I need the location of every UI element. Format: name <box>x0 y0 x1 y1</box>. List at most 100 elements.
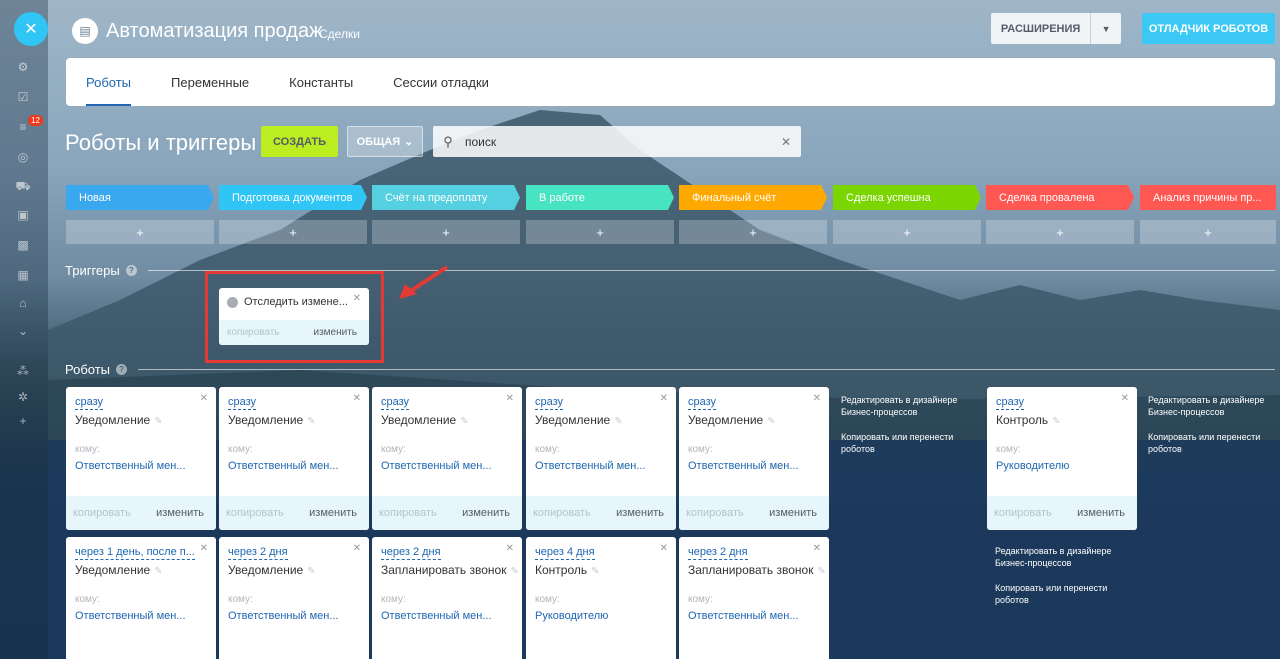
edit-link[interactable]: изменить <box>313 327 357 338</box>
recipient-value[interactable]: Ответственный мен... <box>75 460 186 472</box>
close-icon[interactable]: ✕ <box>813 543 821 554</box>
recipient-value[interactable]: Ответственный мен... <box>75 610 186 622</box>
chevron-down-icon[interactable]: ▼ <box>1090 13 1121 44</box>
close-icon[interactable]: ✕ <box>200 543 208 554</box>
edit-link[interactable]: изменить <box>309 507 357 519</box>
copy-link[interactable]: копировать <box>686 507 744 519</box>
edit-link[interactable]: изменить <box>1077 507 1125 519</box>
search-input[interactable] <box>463 133 771 150</box>
robot-card[interactable]: через 2 дня ✕ Запланировать звонок ✎ кому: От… <box>372 537 522 662</box>
close-icon[interactable]: ✕ <box>506 543 514 554</box>
edit-in-designer-link[interactable]: Редактировать в дизайнере Бизнес-процесс… <box>1148 394 1273 418</box>
close-icon[interactable]: ✕ <box>353 393 361 404</box>
recipient-value[interactable]: Ответственный мен... <box>228 610 339 622</box>
pencil-icon[interactable]: ✎ <box>154 566 162 577</box>
stage-column-header[interactable]: Новая <box>66 185 214 210</box>
edit-in-designer-link[interactable]: Редактировать в дизайнере Бизнес-процесс… <box>841 394 966 418</box>
recipient-value[interactable]: Руководителю <box>996 460 1069 472</box>
add-trigger-button[interactable]: + <box>679 220 827 244</box>
delay-link[interactable]: сразу <box>535 396 564 410</box>
recipient-value[interactable]: Ответственный мен... <box>688 610 799 622</box>
edit-in-designer-link[interactable]: Редактировать в дизайнере Бизнес-процесс… <box>995 545 1120 569</box>
tab-robots[interactable]: Роботы <box>66 58 151 106</box>
delay-link[interactable]: сразу <box>381 396 410 410</box>
delay-link[interactable]: сразу <box>75 396 104 410</box>
recipient-value[interactable]: Ответственный мен... <box>381 610 492 622</box>
add-trigger-button[interactable]: + <box>66 220 214 244</box>
tasks-icon[interactable]: ☑ <box>16 90 30 104</box>
close-icon[interactable]: ✕ <box>200 393 208 404</box>
pencil-icon[interactable]: ✎ <box>614 416 622 427</box>
add-icon[interactable]: + <box>16 414 30 428</box>
create-button[interactable]: СОЗДАТЬ <box>261 126 338 157</box>
robot-card[interactable]: через 2 дня ✕ Уведомление ✎ кому: Ответственн… <box>219 537 369 662</box>
tab-debug-sessions[interactable]: Сессии отладки <box>373 58 509 106</box>
add-trigger-button[interactable]: + <box>833 220 981 244</box>
pencil-icon[interactable]: ✎ <box>817 566 825 577</box>
robot-card[interactable]: сразу ✕ Уведомление ✎ кому: Ответственный мен… <box>219 387 369 530</box>
robot-card[interactable]: сразу ✕ Уведомление ✎ кому: Ответственный мен… <box>679 387 829 530</box>
delay-link[interactable]: через 2 дня <box>381 546 441 560</box>
delay-link[interactable]: через 4 дня <box>535 546 595 560</box>
copy-link[interactable]: копировать <box>379 507 437 519</box>
add-trigger-button[interactable]: + <box>1140 220 1276 244</box>
robot-card[interactable]: через 4 дня✕Контроль✎кому:Руководителюко… <box>526 537 676 662</box>
help-icon[interactable]: ? <box>125 265 137 276</box>
robot-card[interactable]: сразу ✕ Уведомление ✎ кому: Ответственный мен… <box>372 387 522 530</box>
pencil-icon[interactable]: ✎ <box>510 566 518 577</box>
pencil-icon[interactable]: ✎ <box>767 416 775 427</box>
clear-icon[interactable]: ✕ <box>771 135 801 149</box>
robot-card[interactable]: сразу ✕ Уведомление ✎ кому: Ответственный мен… <box>526 387 676 530</box>
copy-link[interactable]: копировать <box>227 327 280 338</box>
pencil-icon[interactable]: ✎ <box>307 566 315 577</box>
copy-move-robots-link[interactable]: Копировать или перенести роботов <box>995 582 1120 606</box>
add-trigger-button[interactable]: + <box>526 220 674 244</box>
add-trigger-button[interactable]: + <box>372 220 520 244</box>
pencil-icon[interactable]: ✎ <box>460 416 468 427</box>
robot-debugger-button[interactable]: ОТЛАДЧИК РОБОТОВ <box>1142 13 1275 44</box>
tab-variables[interactable]: Переменные <box>151 58 269 106</box>
category-dropdown[interactable]: ОБЩАЯ ⌄ <box>347 126 423 157</box>
close-icon[interactable]: ✕ <box>813 393 821 404</box>
robot-card[interactable]: сразу ✕ Уведомление ✎ кому: Ответственный мен… <box>66 387 216 530</box>
copy-link[interactable]: копировать <box>73 507 131 519</box>
copy-move-robots-link[interactable]: Копировать или перенести роботов <box>841 431 966 455</box>
chevron-down-icon[interactable]: ⌄ <box>16 324 30 338</box>
edit-link[interactable]: изменить <box>156 507 204 519</box>
close-icon[interactable]: ✕ <box>506 393 514 404</box>
recipient-value[interactable]: Ответственный мен... <box>688 460 799 472</box>
structure-icon[interactable]: ⁂ <box>16 364 30 378</box>
pencil-icon[interactable]: ✎ <box>154 416 162 427</box>
tab-constants[interactable]: Константы <box>269 58 373 106</box>
close-icon[interactable]: ✕ <box>660 543 668 554</box>
delay-link[interactable]: через 2 дня <box>688 546 748 560</box>
pencil-icon[interactable]: ✎ <box>1052 416 1060 427</box>
stage-column-header[interactable]: Финальный счёт <box>679 185 827 210</box>
settings-icon[interactable]: ✲ <box>16 390 30 404</box>
cart-icon[interactable]: ⛟ <box>15 179 30 194</box>
delay-link[interactable]: через 1 день, после п... <box>75 546 195 560</box>
copy-link[interactable]: копировать <box>226 507 284 519</box>
recipient-value[interactable]: Ответственный мен... <box>535 460 646 472</box>
help-icon[interactable]: ? <box>116 364 128 375</box>
trigger-card[interactable]: Отследить измене... ✕ копировать изменит… <box>219 288 369 345</box>
extensions-button[interactable]: РАСШИРЕНИЯ ▼ <box>991 13 1121 44</box>
edit-link[interactable]: изменить <box>769 507 817 519</box>
copy-link[interactable]: копировать <box>533 507 591 519</box>
delay-link[interactable]: через 2 дня <box>228 546 288 560</box>
recipient-value[interactable]: Руководителю <box>535 610 608 622</box>
target-icon[interactable]: ◎ <box>16 150 30 164</box>
add-trigger-button[interactable]: + <box>986 220 1134 244</box>
copy-move-robots-link[interactable]: Копировать или перенести роботов <box>1148 431 1273 455</box>
pencil-icon[interactable]: ✎ <box>591 566 599 577</box>
close-icon[interactable]: ✕ <box>1121 393 1129 404</box>
close-icon[interactable]: ✕ <box>353 293 361 304</box>
close-icon[interactable]: ✕ <box>353 543 361 554</box>
stage-column-header[interactable]: Анализ причины пр... <box>1140 185 1276 210</box>
edit-link[interactable]: изменить <box>616 507 664 519</box>
stage-column-header[interactable]: Сделка успешна <box>833 185 981 210</box>
robot-icon[interactable]: ▩ <box>16 238 30 252</box>
stage-column-header[interactable]: Сделка провалена <box>986 185 1134 210</box>
add-trigger-button[interactable]: + <box>219 220 367 244</box>
stage-column-header[interactable]: В работе <box>526 185 674 210</box>
